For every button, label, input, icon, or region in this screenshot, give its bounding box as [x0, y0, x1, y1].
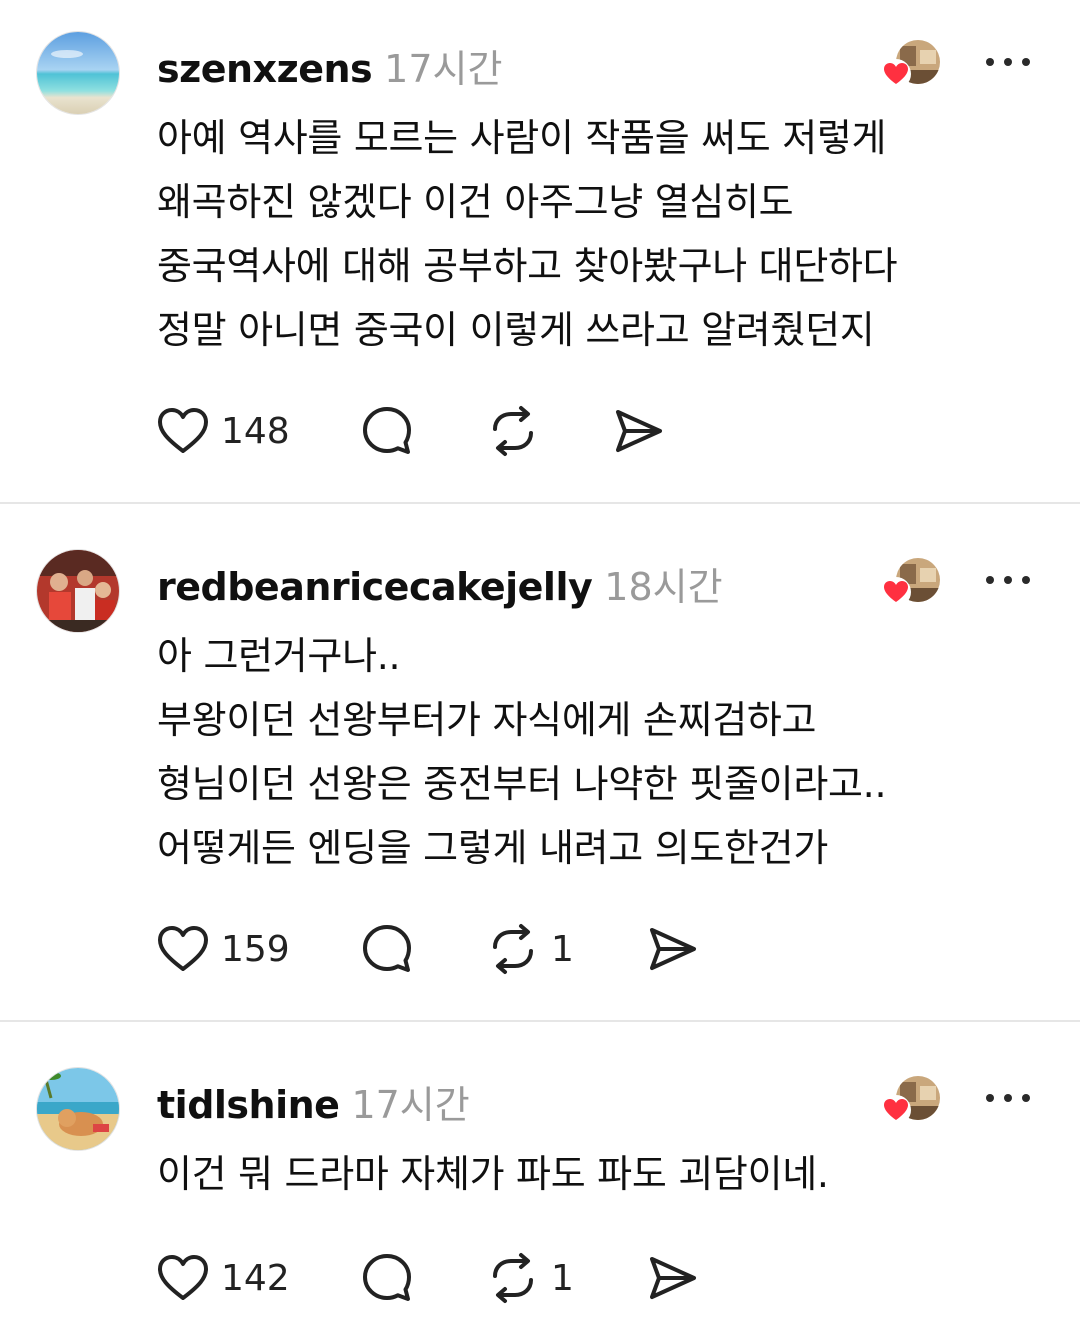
comment-line: 중국역사에 대해 공부하고 찾아봤구나 대단하다	[157, 244, 898, 288]
timestamp: 17시간	[384, 47, 503, 91]
comment-line: 왜곡하진 않겠다 이건 아주그냥 열심히도	[157, 180, 794, 224]
more-horizontal-icon	[986, 1094, 994, 1102]
comment-header: tidlshine 17시간	[157, 1074, 470, 1127]
comment-feed: szenxzens 17시간 아예 역사를 모르는 사람이 작품을 써도 저렇게…	[0, 0, 1080, 1340]
more-horizontal-icon	[986, 58, 994, 66]
speech-bubble-icon	[363, 407, 411, 454]
red-heart-icon	[881, 59, 911, 89]
reply-button[interactable]	[361, 921, 487, 977]
repost-count: 1	[551, 928, 574, 970]
speech-bubble-icon	[363, 1254, 411, 1301]
red-heart-icon	[881, 1095, 911, 1125]
repost-arrows-icon	[493, 1253, 533, 1303]
author-liked-indicator	[880, 38, 942, 90]
avatar-cat-beach-image	[37, 1068, 119, 1150]
send-icon	[650, 928, 696, 970]
more-horizontal-icon	[986, 576, 994, 584]
red-heart-icon	[881, 577, 911, 607]
repost-button[interactable]: 1	[487, 1250, 647, 1306]
comment-line: 아예 역사를 모르는 사람이 작품을 써도 저렇게	[157, 116, 887, 160]
reply-button[interactable]	[361, 1250, 487, 1306]
avatar-group-photo-image	[37, 550, 119, 632]
comment-header: redbeanricecakejelly 18시간	[157, 556, 723, 609]
timestamp: 18시간	[604, 565, 723, 609]
comment-text: 이건 뭐 드라마 자체가 파도 파도 괴담이네.	[157, 1142, 1037, 1206]
comment-line: 정말 아니면 중국이 이렇게 쓰라고 알려줬던지	[157, 308, 875, 352]
speech-bubble-icon	[363, 925, 411, 972]
comment-item: szenxzens 17시간 아예 역사를 모르는 사람이 작품을 써도 저렇게…	[0, 0, 1080, 502]
action-bar: 148	[157, 403, 665, 459]
share-button[interactable]	[647, 1250, 699, 1306]
repost-button[interactable]	[487, 403, 613, 459]
avatar-beach-image	[37, 32, 119, 114]
send-icon	[650, 1257, 696, 1299]
repost-button[interactable]: 1	[487, 921, 647, 977]
username[interactable]: szenxzens	[157, 47, 373, 91]
more-options-button[interactable]	[986, 52, 1030, 72]
comment-line: 이건 뭐 드라마 자체가 파도 파도 괴담이네.	[157, 1152, 829, 1196]
username[interactable]: tidlshine	[157, 1083, 340, 1127]
comment-line: 어떻게든 엔딩을 그렇게 내려고 의도한건가	[157, 826, 828, 870]
heart-outline-icon	[158, 408, 208, 453]
like-button[interactable]: 148	[157, 403, 361, 459]
comment-item: tidlshine 17시간 이건 뭐 드라마 자체가 파도 파도 괴담이네. …	[0, 1022, 1080, 1340]
share-button[interactable]	[647, 921, 699, 977]
comment-text: 아예 역사를 모르는 사람이 작품을 써도 저렇게 왜곡하진 않겠다 이건 아주…	[157, 106, 1037, 362]
avatar[interactable]	[36, 1067, 120, 1151]
like-button[interactable]: 159	[157, 921, 361, 977]
action-bar: 142 1	[157, 1250, 699, 1306]
comment-text: 아 그런거구나.. 부왕이던 선왕부터가 자식에게 손찌검하고 형님이던 선왕은…	[157, 624, 1037, 880]
comment-line: 부왕이던 선왕부터가 자식에게 손찌검하고	[157, 698, 817, 742]
avatar[interactable]	[36, 31, 120, 115]
heart-outline-icon	[158, 1255, 208, 1300]
repost-arrows-icon	[493, 406, 533, 456]
reply-button[interactable]	[361, 403, 487, 459]
heart-outline-icon	[158, 926, 208, 971]
like-button[interactable]: 142	[157, 1250, 361, 1306]
comment-item: redbeanricecakejelly 18시간 아 그런거구나.. 부왕이던…	[0, 504, 1080, 1020]
author-liked-indicator	[880, 1074, 942, 1126]
comment-line: 아 그런거구나..	[157, 634, 401, 678]
action-bar: 159 1	[157, 921, 699, 977]
comment-header: szenxzens 17시간	[157, 38, 503, 91]
comment-line: 형님이던 선왕은 중전부터 나약한 핏줄이라고..	[157, 762, 887, 806]
author-liked-indicator	[880, 556, 942, 608]
like-count: 159	[221, 928, 290, 970]
repost-count: 1	[551, 1257, 574, 1299]
more-options-button[interactable]	[986, 570, 1030, 590]
timestamp: 17시간	[351, 1083, 470, 1127]
more-options-button[interactable]	[986, 1088, 1030, 1108]
send-icon	[616, 410, 662, 452]
like-count: 148	[221, 410, 290, 452]
share-button[interactable]	[613, 403, 665, 459]
username[interactable]: redbeanricecakejelly	[157, 565, 593, 609]
like-count: 142	[221, 1257, 290, 1299]
avatar[interactable]	[36, 549, 120, 633]
repost-arrows-icon	[493, 924, 533, 974]
